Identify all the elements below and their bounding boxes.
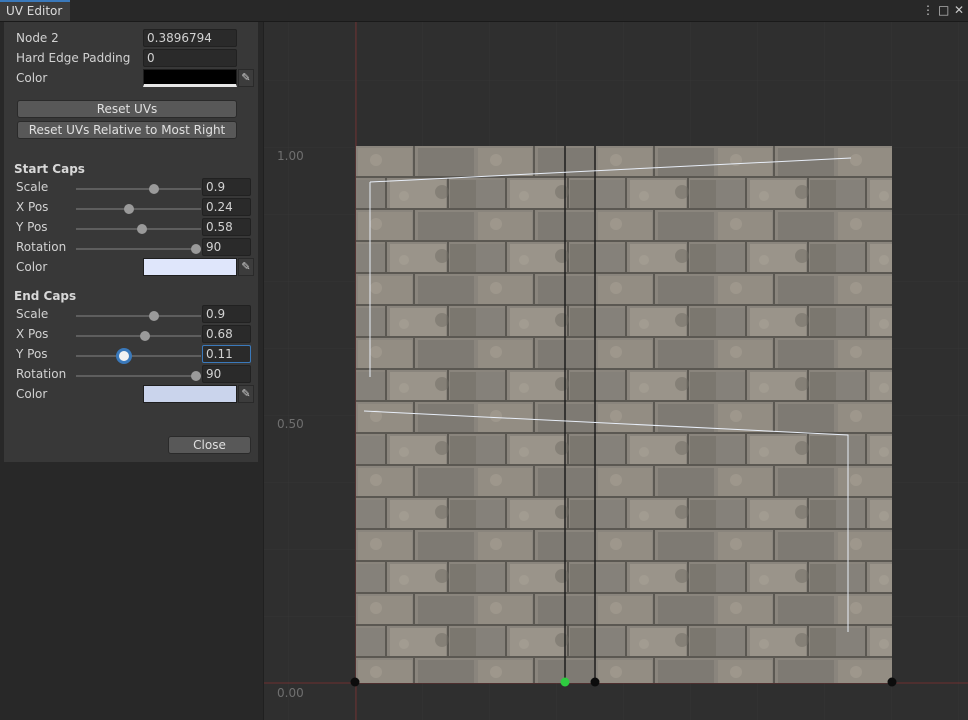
axis-label-bottom: 0.00 — [277, 686, 304, 700]
eyedropper-icon[interactable]: ✎ — [238, 69, 254, 87]
kebab-menu-icon[interactable]: ⋮ — [922, 2, 934, 19]
node-color-swatch[interactable] — [143, 69, 237, 87]
hard-edge-padding-field[interactable]: 0 — [143, 49, 237, 67]
title-bar: UV Editor ⋮ □ ✕ — [0, 0, 968, 22]
end-caps-slider-track[interactable] — [76, 331, 201, 341]
inspector-panel: Node 2 0.3896794 Hard Edge Padding 0 Col… — [4, 22, 258, 462]
inspector-sidebar: Node 2 0.3896794 Hard Edge Padding 0 Col… — [0, 22, 262, 720]
end-caps-slider-handle[interactable] — [191, 371, 201, 381]
end-caps-slider-track[interactable] — [76, 311, 201, 321]
start-caps-slider-handle[interactable] — [137, 224, 148, 234]
uv-control-point[interactable] — [350, 677, 360, 687]
end-caps-value-field[interactable]: 0.68 — [202, 325, 251, 343]
end-caps-slider-handle[interactable] — [148, 311, 159, 321]
end-caps-value-field[interactable]: 0.11 — [202, 345, 251, 363]
uv-control-point-selected[interactable] — [560, 677, 570, 687]
start-caps-slider-handle[interactable] — [123, 204, 134, 214]
axis-label-mid: 0.50 — [277, 417, 304, 431]
uv-canvas[interactable] — [264, 22, 968, 720]
eyedropper-icon[interactable]: ✎ — [238, 258, 254, 276]
start-caps-slider-label: Scale — [16, 180, 49, 194]
maximize-icon[interactable]: □ — [938, 2, 949, 19]
close-icon[interactable]: ✕ — [954, 2, 964, 19]
node-label: Node 2 — [16, 31, 59, 45]
end-caps-header: End Caps — [14, 289, 77, 303]
start-caps-value-field[interactable]: 0.58 — [202, 218, 251, 236]
axis-label-top: 1.00 — [277, 149, 304, 163]
start-caps-slider-handle[interactable] — [191, 244, 201, 254]
end-caps-slider-track[interactable] — [76, 371, 201, 381]
window-controls: ⋮ □ ✕ — [922, 2, 964, 19]
end-caps-value-field[interactable]: 0.9 — [202, 305, 251, 323]
uv-control-point[interactable] — [887, 677, 897, 687]
start-caps-value-field[interactable]: 0.9 — [202, 178, 251, 196]
end-caps-slider-track[interactable] — [76, 348, 201, 364]
end-caps-slider-label: Rotation — [16, 367, 67, 381]
start-caps-header: Start Caps — [14, 162, 85, 176]
start-caps-value-field[interactable]: 90 — [202, 238, 251, 256]
start-caps-slider-track[interactable] — [76, 244, 201, 254]
uv-viewport[interactable]: 1.00 0.50 0.00 — [263, 22, 968, 720]
close-button[interactable]: Close — [168, 436, 251, 454]
start-caps-slider-handle[interactable] — [148, 184, 159, 194]
end-caps-slider-label: Scale — [16, 307, 49, 321]
start-caps-slider-label: X Pos — [16, 200, 49, 214]
end-caps-value-field[interactable]: 90 — [202, 365, 251, 383]
end-caps-slider-label: Y Pos — [16, 347, 48, 361]
tab-uv-editor[interactable]: UV Editor — [0, 0, 70, 21]
end-caps-color-swatch[interactable] — [143, 385, 237, 403]
start-caps-color-label: Color — [16, 260, 48, 274]
start-caps-slider-track[interactable] — [76, 204, 201, 214]
end-caps-color-label: Color — [16, 387, 48, 401]
hard-edge-padding-label: Hard Edge Padding — [16, 51, 131, 65]
node-value-field[interactable]: 0.3896794 — [143, 29, 237, 47]
node-color-label: Color — [16, 71, 48, 85]
start-caps-slider-label: Rotation — [16, 240, 67, 254]
reset-uvs-button[interactable]: Reset UVs — [17, 100, 237, 118]
eyedropper-icon[interactable]: ✎ — [238, 385, 254, 403]
start-caps-slider-track[interactable] — [76, 184, 201, 194]
end-caps-slider-handle[interactable] — [139, 331, 150, 341]
start-caps-value-field[interactable]: 0.24 — [202, 198, 251, 216]
reset-uvs-relative-button[interactable]: Reset UVs Relative to Most Right — [17, 121, 237, 139]
end-caps-slider-handle[interactable] — [115, 348, 132, 364]
uv-control-point[interactable] — [590, 677, 600, 687]
start-caps-color-swatch[interactable] — [143, 258, 237, 276]
start-caps-slider-label: Y Pos — [16, 220, 48, 234]
end-caps-slider-label: X Pos — [16, 327, 49, 341]
start-caps-slider-track[interactable] — [76, 224, 201, 234]
